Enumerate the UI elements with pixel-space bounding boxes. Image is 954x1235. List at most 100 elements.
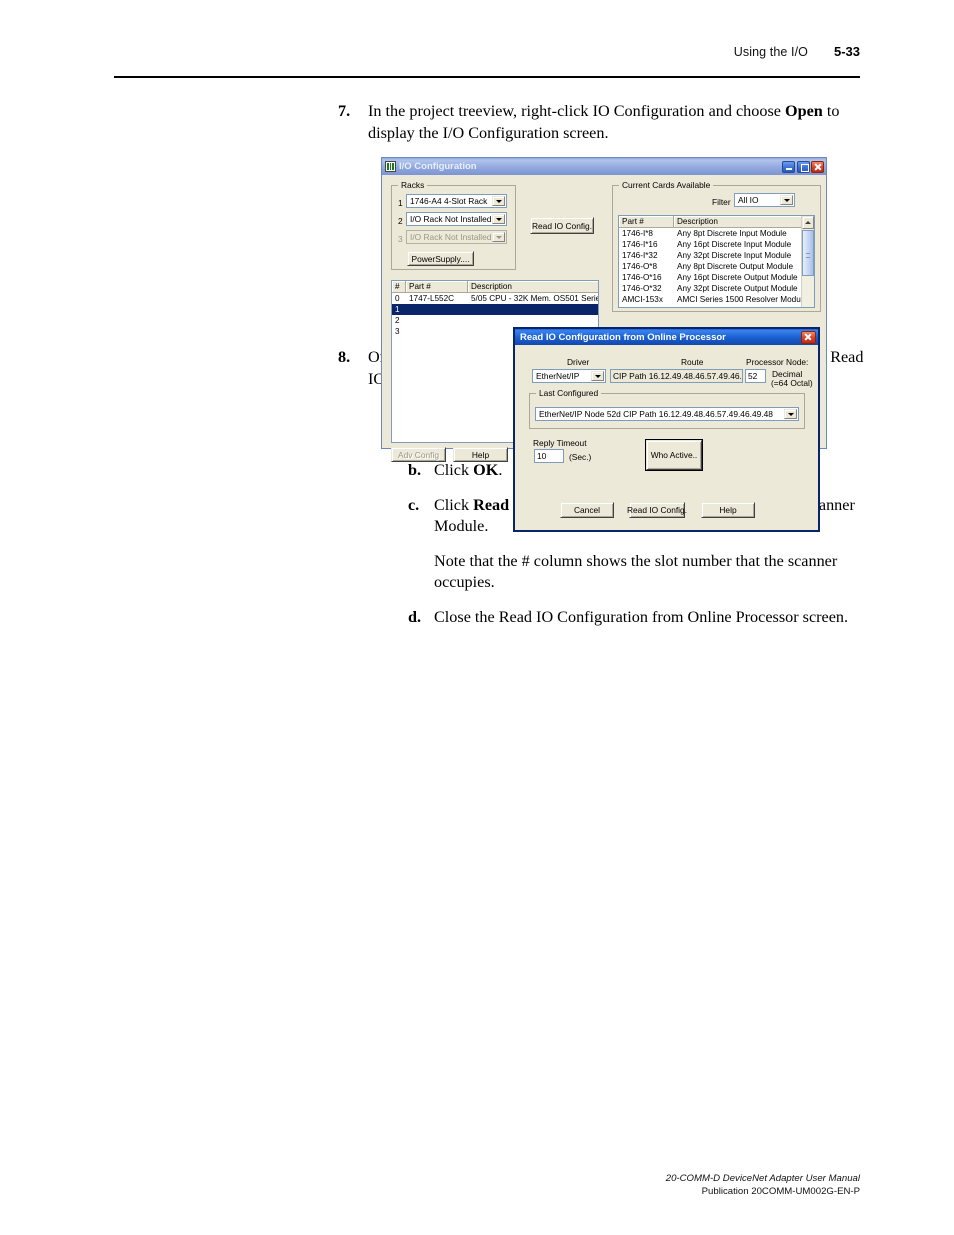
slot-0-num: 0 <box>395 294 400 303</box>
substep-d: d. Close the Read IO Configuration from … <box>408 607 868 629</box>
list-item[interactable]: 1746-I*8 Any 8pt Discrete Input Module <box>619 228 814 239</box>
list-item[interactable]: 1746-O*8 Any 8pt Discrete Output Module <box>619 261 814 272</box>
rack-2-value: I/O Rack Not Installed <box>410 214 492 224</box>
dialog-help-button[interactable]: Help <box>701 502 755 518</box>
slot-0-part: 1747-L552C <box>409 294 455 303</box>
slot-2-num: 2 <box>395 316 400 325</box>
racks-group-label: Racks <box>398 180 428 190</box>
chevron-down-icon[interactable] <box>784 409 797 419</box>
table-row[interactable]: 0 1747-L552C 5/05 CPU - 32K Mem. OS501 S… <box>392 293 598 304</box>
card-1-desc: Any 16pt Discrete Input Module <box>677 240 792 249</box>
close-icon[interactable] <box>811 160 824 173</box>
cancel-button[interactable]: Cancel <box>560 502 614 518</box>
card-4-part: 1746-O*16 <box>622 273 662 282</box>
page-header: Using the I/O 5-33 <box>114 44 860 59</box>
list-item[interactable]: AMCI-1561 AMCI Series 1561 Resolver Modu… <box>619 305 814 307</box>
cards-col-desc: Description <box>674 216 814 227</box>
rack-3-value: I/O Rack Not Installed <box>410 232 492 242</box>
list-item[interactable]: 1746-I*16 Any 16pt Discrete Input Module <box>619 239 814 250</box>
slot-1-part <box>406 304 468 315</box>
scroll-up-icon[interactable] <box>802 216 814 229</box>
reply-timeout-field[interactable]: 10 <box>534 449 564 463</box>
minimize-icon[interactable] <box>782 160 795 173</box>
table-row[interactable]: 2 <box>392 315 598 326</box>
window-controls[interactable] <box>782 160 824 173</box>
chevron-down-icon[interactable] <box>492 196 505 206</box>
power-supply-label: PowerSupply.... <box>411 253 470 264</box>
card-5-desc: Any 32pt Discrete Output Module <box>677 284 798 293</box>
card-7-part: AMCI-1561 <box>619 305 674 307</box>
dialog-read-io-config-label: Read IO Config. <box>626 505 688 515</box>
list-item[interactable]: 1746-I*32 Any 32pt Discrete Input Module <box>619 250 814 261</box>
card-3-desc: Any 8pt Discrete Output Module <box>677 262 794 271</box>
read-io-dialog-title: Read IO Configuration from Online Proces… <box>520 331 726 343</box>
last-configured-combo[interactable]: EtherNet/IP Node 52d CIP Path 16.12.49.4… <box>535 407 799 421</box>
cards-list-scrollbar[interactable] <box>801 216 814 307</box>
rack-1-value: 1746-A4 4-Slot Rack <box>410 196 488 206</box>
slots-list-header: # Part # Description <box>392 281 598 293</box>
processor-node-field[interactable]: 52 <box>745 369 766 383</box>
adv-config-button: Adv Config <box>391 447 446 462</box>
read-io-config-button[interactable]: Read IO Config. <box>530 217 594 234</box>
dialog-read-io-config-button[interactable]: Read IO Config. <box>626 502 688 518</box>
table-row[interactable]: 1 <box>392 304 598 315</box>
close-icon[interactable] <box>801 330 816 344</box>
route-label: Route <box>681 357 704 367</box>
reply-timeout-value: 10 <box>537 451 547 461</box>
rack-3-combo: I/O Rack Not Installed <box>406 230 507 244</box>
help-button[interactable]: Help <box>453 447 508 462</box>
slot-1-num: 1 <box>395 305 400 314</box>
io-configuration-titlebar[interactable]: I/O Configuration <box>382 158 826 175</box>
chevron-down-icon[interactable] <box>591 371 604 381</box>
step-7-bold: Open <box>785 102 823 120</box>
chevron-down-icon[interactable] <box>492 214 505 224</box>
last-configured-label: Last Configured <box>536 388 602 398</box>
octal-label: (=64 Octal) <box>771 378 813 388</box>
cards-list-header: Part # Description <box>619 216 814 228</box>
slot-1-desc <box>468 304 598 315</box>
filter-combo[interactable]: All IO <box>734 193 795 207</box>
substep-c-note: Note that the # column shows the slot nu… <box>434 551 838 592</box>
scrollbar-thumb[interactable] <box>802 230 814 276</box>
filter-label: Filter <box>712 197 731 207</box>
chevron-down-icon <box>492 232 505 242</box>
step-8-number: 8. <box>338 348 351 366</box>
help-label: Help <box>471 449 490 460</box>
chevron-down-icon[interactable] <box>780 195 793 205</box>
list-item[interactable]: AMCI-153x AMCI Series 1500 Resolver Modu… <box>619 294 814 305</box>
header-divider <box>114 76 860 78</box>
maximize-icon[interactable] <box>796 160 810 173</box>
driver-combo[interactable]: EtherNet/IP <box>532 369 606 383</box>
who-active-button[interactable]: Who Active.. <box>646 440 702 470</box>
header-title: Using the I/O <box>733 45 808 59</box>
read-io-dialog-titlebar[interactable]: Read IO Configuration from Online Proces… <box>515 329 818 345</box>
page-footer: 20-COMM-D DeviceNet Adapter User Manual … <box>500 1172 860 1198</box>
rack-1-combo[interactable]: 1746-A4 4-Slot Rack <box>406 194 507 208</box>
card-0-desc: Any 8pt Discrete Input Module <box>677 229 787 238</box>
slot-0-desc: 5/05 CPU - 32K Mem. OS501 Series C FR <box>471 294 598 303</box>
rack-2-number: 2 <box>398 216 403 226</box>
driver-label: Driver <box>567 357 590 367</box>
adv-config-label: Adv Config <box>398 449 439 460</box>
step-7-text: In the project treeview, right-click IO … <box>368 101 868 144</box>
who-active-label: Who Active.. <box>650 450 698 460</box>
card-2-desc: Any 32pt Discrete Input Module <box>677 251 792 260</box>
rack-3-number: 3 <box>398 234 403 244</box>
list-item[interactable]: 1746-O*32 Any 32pt Discrete Output Modul… <box>619 283 814 294</box>
rack-2-combo[interactable]: I/O Rack Not Installed <box>406 212 507 226</box>
route-field[interactable]: CIP Path 16.12.49.48.46.57.49.46.49 <box>610 369 743 383</box>
read-io-config-label: Read IO Config. <box>531 220 593 231</box>
read-io-configuration-dialog[interactable]: Read IO Configuration from Online Proces… <box>513 327 820 532</box>
reply-timeout-label: Reply Timeout <box>533 438 587 448</box>
cards-list[interactable]: Part # Description 1746-I*8 Any 8pt Disc… <box>618 215 815 308</box>
current-cards-group-label: Current Cards Available <box>619 180 714 190</box>
filter-value: All IO <box>738 195 759 205</box>
power-supply-button[interactable]: PowerSupply.... <box>407 251 474 266</box>
card-7-desc: AMCI Series 1561 Resolver Module <box>674 305 814 307</box>
slot-3-num: 3 <box>395 327 400 336</box>
card-0-part: 1746-I*8 <box>622 229 653 238</box>
card-1-part: 1746-I*16 <box>622 240 658 249</box>
dialog-help-label: Help <box>719 505 737 515</box>
list-item[interactable]: 1746-O*16 Any 16pt Discrete Output Modul… <box>619 272 814 283</box>
slots-col-part: Part # <box>406 281 468 292</box>
